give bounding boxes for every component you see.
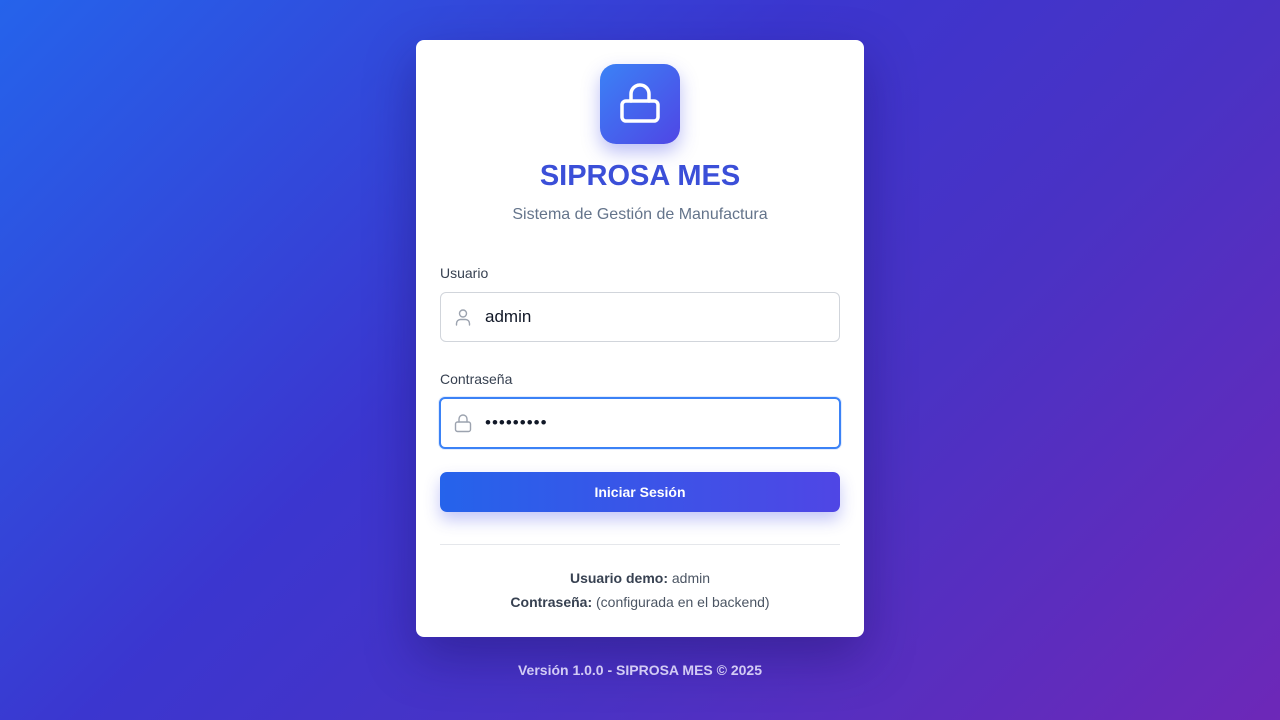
user-icon xyxy=(441,308,485,326)
username-field[interactable]: admin xyxy=(440,292,840,342)
password-input[interactable]: ••••••••• xyxy=(485,413,548,433)
demo-password-label: Contraseña: xyxy=(510,594,593,610)
login-button[interactable]: Iniciar Sesión xyxy=(440,472,840,512)
demo-user-line: Usuario demo: admin xyxy=(416,570,864,586)
password-field[interactable]: ••••••••• xyxy=(439,397,841,449)
demo-user-value: admin xyxy=(671,570,711,586)
password-label: Contraseña xyxy=(440,371,513,387)
app-subtitle: Sistema de Gestión de Manufactura xyxy=(512,206,768,223)
version-footer: Versión 1.0.0 - SIPROSA MES © 2025 xyxy=(517,662,762,678)
username-label: Usuario xyxy=(440,265,489,281)
lock-icon xyxy=(441,413,485,433)
app-logo xyxy=(600,64,680,144)
login-card: SIPROSA MES Sistema de Gestión de Manufa… xyxy=(416,40,864,637)
lock-icon xyxy=(620,83,660,123)
demo-user-label: Usuario demo: xyxy=(569,570,668,586)
username-input[interactable]: admin xyxy=(485,307,531,327)
divider xyxy=(440,544,840,545)
demo-password-value: (configurada en el backend) xyxy=(596,594,770,610)
demo-password-line: Contraseña: (configurada en el backend) xyxy=(416,594,864,610)
app-title: SIPROSA MES xyxy=(539,160,741,192)
